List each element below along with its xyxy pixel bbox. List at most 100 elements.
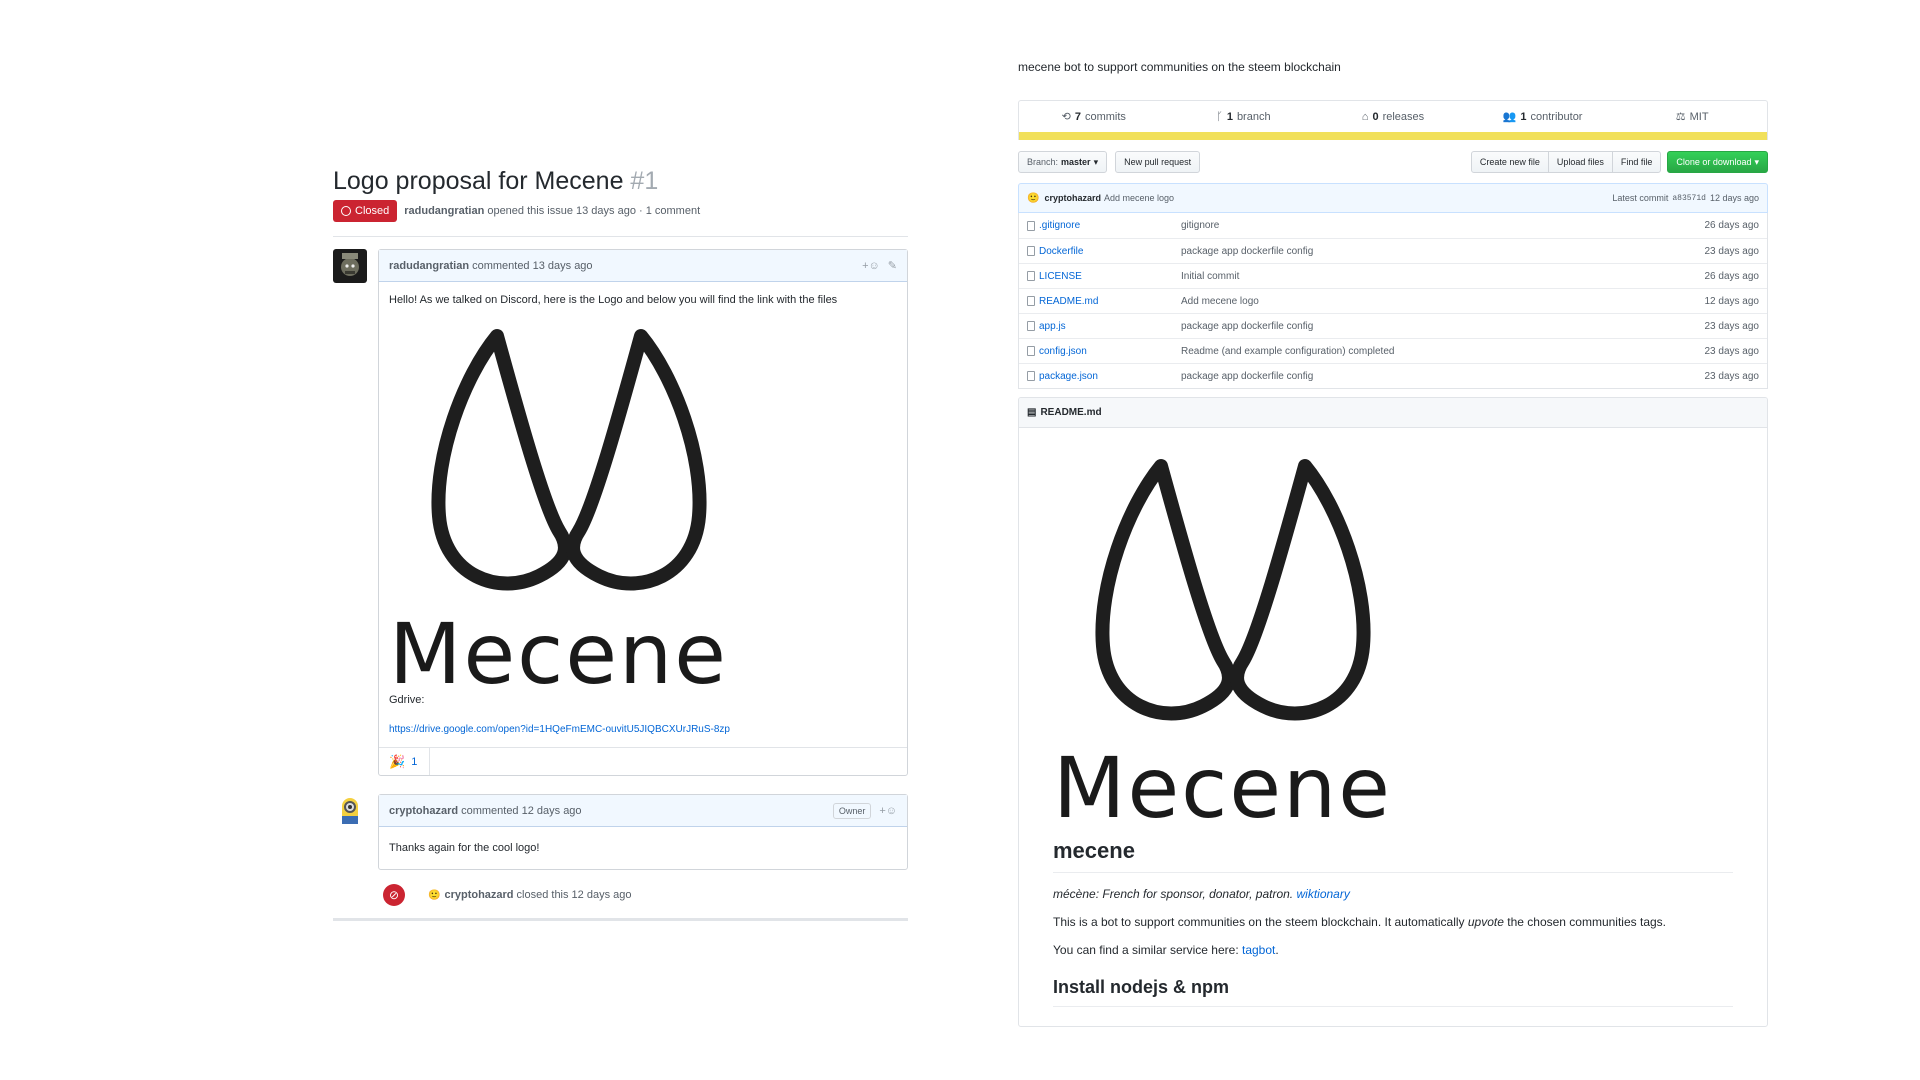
branch-count: 1 (1226, 110, 1233, 123)
table-row: app.js package app dockerfile config 23 … (1019, 313, 1767, 338)
file-icon (1027, 371, 1035, 381)
language-bar[interactable] (1018, 132, 1768, 140)
book-icon: ▤ (1027, 407, 1037, 418)
issue-title-text: Logo proposal for Mecene (333, 167, 624, 195)
file-commit-message[interactable]: Readme (and example configuration) compl… (1181, 346, 1705, 357)
comment-box: cryptohazard commented 12 days ago Owner… (378, 794, 908, 870)
find-file-button[interactable]: Find file (1611, 151, 1662, 173)
table-row: README.md Add mecene logo 12 days ago (1019, 288, 1767, 313)
file-name-link[interactable]: config.json (1039, 346, 1087, 357)
mecene-logo-mark-icon (431, 329, 707, 591)
file-commit-message[interactable]: gitignore (1181, 220, 1705, 231)
branch-name: master (1061, 157, 1091, 167)
reactions-bar: 🎉 1 (379, 747, 907, 775)
file-age: 26 days ago (1704, 270, 1760, 282)
avatar[interactable] (333, 249, 367, 283)
commit-sha-link[interactable]: a83571d (1672, 194, 1706, 203)
commit-author-link[interactable]: cryptohazard (1044, 193, 1101, 203)
file-icon (1027, 246, 1035, 256)
file-name-link[interactable]: Dockerfile (1039, 246, 1083, 257)
readme-body: Mecene mecene mécène: French for sponsor… (1019, 428, 1767, 1007)
file-name-link[interactable]: .gitignore (1039, 220, 1080, 231)
file-commit-message[interactable]: Initial commit (1181, 271, 1705, 282)
file-commit-message[interactable]: package app dockerfile config (1181, 371, 1705, 382)
avatar[interactable] (333, 794, 367, 828)
license-link[interactable]: ⚖ MIT (1617, 101, 1767, 132)
readme-paragraph: This is a bot to support communities on … (1053, 915, 1733, 929)
edit-pencil-icon[interactable]: ✎ (888, 259, 897, 272)
file-list: .gitignore gitignore 26 days ago Dockerf… (1018, 213, 1768, 389)
comment-author-link[interactable]: cryptohazard (389, 805, 458, 817)
issue-meta: Closed radudangratian opened this issue … (333, 200, 908, 222)
wiktionary-link[interactable]: wiktionary (1296, 887, 1349, 901)
tagbot-link[interactable]: tagbot (1242, 943, 1275, 957)
add-reaction-icon[interactable]: +☺ (862, 260, 880, 272)
readme-header: ▤ README.md (1019, 398, 1767, 428)
add-reaction-icon[interactable]: +☺ (879, 805, 897, 817)
avatar[interactable]: 🙂 (428, 890, 440, 901)
divider (333, 236, 908, 237)
issue-title: Logo proposal for Mecene #1 (333, 165, 908, 197)
commit-message-link[interactable]: Add mecene logo (1104, 193, 1174, 203)
comment-text: Thanks again for the cool logo! (389, 842, 540, 854)
file-age: 26 days ago (1704, 220, 1760, 231)
comment-header: cryptohazard commented 12 days ago Owner… (379, 795, 907, 827)
logo-wordmark: Mecene (389, 605, 728, 703)
timeline-comment: cryptohazard commented 12 days ago Owner… (333, 794, 908, 870)
comment-text: Hello! As we talked on Discord, here is … (389, 294, 838, 306)
issue-author-link[interactable]: radudangratian (404, 205, 484, 217)
releases-count: 0 (1372, 110, 1379, 123)
upload-files-button[interactable]: Upload files (1547, 151, 1613, 173)
branch-prefix: Branch: (1027, 157, 1059, 167)
file-name-link[interactable]: app.js (1039, 321, 1066, 332)
caret-down-icon: ▾ (1754, 156, 1759, 167)
comment-meta: commented 12 days ago (461, 804, 582, 817)
paragraph-text: . (1275, 943, 1279, 957)
event-actor-link[interactable]: cryptohazard (444, 889, 513, 901)
releases-link[interactable]: ⌂ 0 releases (1318, 101, 1468, 132)
commits-link[interactable]: ⟲ 7 commits (1019, 101, 1169, 132)
file-commit-message[interactable]: package app dockerfile config (1181, 321, 1705, 332)
paragraph-emphasis: upvote (1467, 915, 1504, 929)
file-icon (1027, 296, 1035, 306)
gdrive-link[interactable]: https://drive.google.com/open?id=1HQeFmE… (389, 724, 897, 735)
table-row: .gitignore gitignore 26 days ago (1019, 213, 1767, 238)
branch-link[interactable]: ᚴ 1 branch (1169, 101, 1319, 132)
commits-count: 7 (1074, 110, 1081, 123)
file-icon (1027, 220, 1035, 231)
repo-description: mecene bot to support communities on the… (1018, 60, 1341, 74)
file-name-link[interactable]: package.json (1039, 371, 1098, 382)
law-icon: ⚖ (1675, 111, 1686, 123)
comment-meta: commented 13 days ago (472, 259, 593, 272)
table-row: LICENSE Initial commit 26 days ago (1019, 263, 1767, 288)
comment-author-link[interactable]: radudangratian (389, 260, 469, 272)
status-badge: Closed (333, 200, 398, 222)
tag-icon: ⌂ (1361, 110, 1369, 123)
file-navigation: Branch: master ▾ New pull request Create… (1018, 151, 1768, 173)
readme-logo-image: Mecene (1053, 428, 1733, 838)
closed-event: ⊘ 🙂 cryptohazard closed this 12 days ago (333, 884, 908, 906)
reaction-count: 1 (411, 755, 418, 768)
reaction-tada-button[interactable]: 🎉 1 (389, 748, 431, 775)
commit-age: 12 days ago (1709, 193, 1759, 203)
caret-down-icon: ▾ (1093, 156, 1099, 167)
create-new-file-button[interactable]: Create new file (1470, 151, 1549, 173)
file-age: 23 days ago (1704, 320, 1760, 332)
avatar[interactable]: 🙂 (1027, 193, 1039, 204)
file-actions-group: Create new file Upload files Find file (1470, 151, 1662, 173)
table-row: package.json package app dockerfile conf… (1019, 363, 1767, 388)
file-name-link[interactable]: LICENSE (1039, 271, 1082, 282)
readme-box: ▤ README.md Mecene mecene mécène: French… (1018, 397, 1768, 1027)
latest-commit-bar: 🙂 cryptohazard Add mecene logo Latest co… (1018, 183, 1768, 213)
contributors-link[interactable]: 👥 1 contributor (1468, 101, 1618, 132)
clone-download-button[interactable]: Clone or download ▾ (1667, 151, 1768, 173)
contributor-count: 1 (1520, 110, 1527, 123)
readme-filename: README.md (1040, 407, 1102, 418)
file-name-link[interactable]: README.md (1039, 296, 1098, 307)
comment-body: Hello! As we talked on Discord, here is … (379, 282, 907, 747)
file-commit-message[interactable]: Add mecene logo (1181, 296, 1705, 307)
branch-select-button[interactable]: Branch: master ▾ (1018, 151, 1108, 173)
file-commit-message[interactable]: package app dockerfile config (1181, 246, 1705, 257)
file-age: 12 days ago (1704, 295, 1760, 307)
new-pull-request-button[interactable]: New pull request (1115, 151, 1201, 173)
